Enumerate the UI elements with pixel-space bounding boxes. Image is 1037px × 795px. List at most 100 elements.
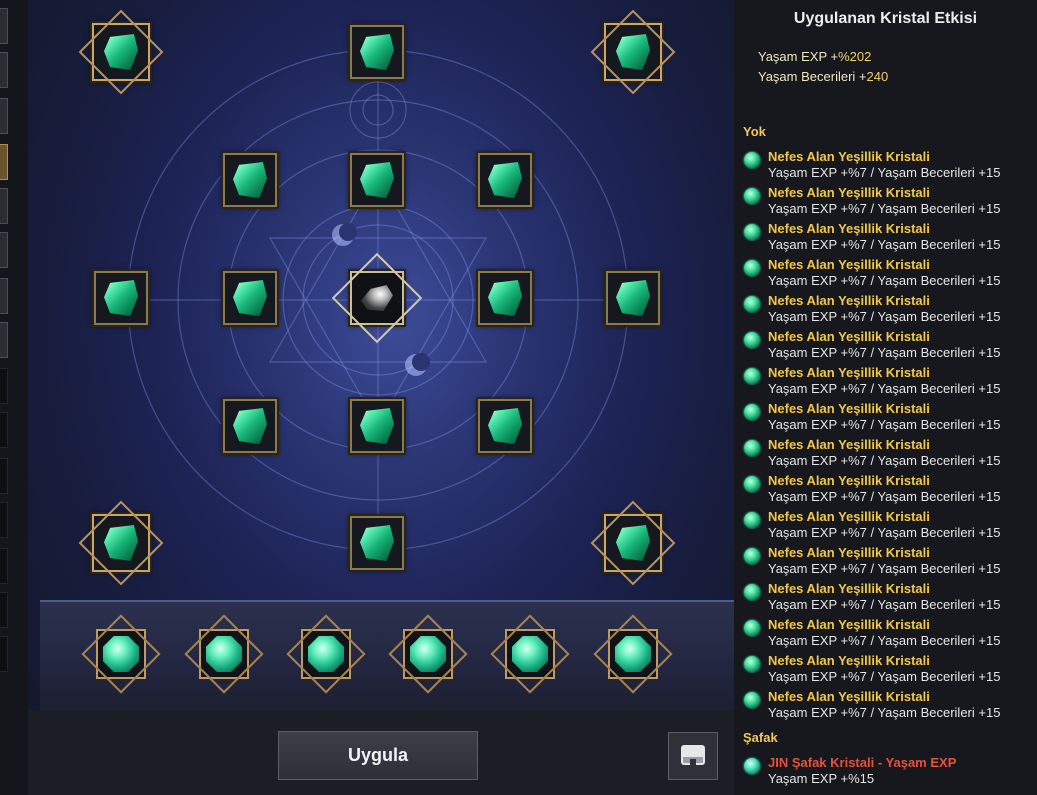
strip-slot[interactable]	[0, 278, 8, 314]
dawn-crystal-icon	[744, 758, 760, 774]
green-crystal-icon	[744, 224, 760, 240]
dawn-crystal-icon	[615, 636, 651, 672]
crystal-slot[interactable]	[350, 25, 404, 79]
effect-entry: Nefes Alan Yeşillik Kristali Yaşam EXP +%…	[743, 401, 1037, 437]
green-crystal-icon	[233, 280, 267, 316]
strip-slot[interactable]	[0, 98, 8, 134]
strip-slot[interactable]	[0, 412, 8, 448]
effect-entry: Nefes Alan Yeşillik Kristali Yaşam EXP +%…	[743, 365, 1037, 401]
effect-panel: Uygulanan Kristal Etkisi Yaşam EXP +%202…	[734, 0, 1037, 795]
green-crystal-icon	[744, 512, 760, 528]
crystal-slot[interactable]	[604, 514, 662, 572]
tray-crystal-slot[interactable]	[403, 629, 453, 679]
effect-entry: Nefes Alan Yeşillik Kristali Yaşam EXP +%…	[743, 473, 1037, 509]
panel-title: Uygulanan Kristal Etkisi	[793, 10, 978, 27]
green-crystal-icon	[616, 34, 650, 70]
dawn-crystal-icon	[206, 636, 242, 672]
effect-entry: Nefes Alan Yeşillik Kristali Yaşam EXP +%…	[743, 617, 1037, 653]
effect-entry: Nefes Alan Yeşillik Kristali Yaşam EXP +%…	[743, 221, 1037, 257]
green-crystal-icon	[360, 525, 394, 561]
effect-entry: Nefes Alan Yeşillik Kristali Yaşam EXP +%…	[743, 545, 1037, 581]
center-crystal-slot[interactable]	[350, 271, 404, 325]
effect-entry: Nefes Alan Yeşillik Kristali Yaşam EXP +%…	[743, 653, 1037, 689]
green-crystal-icon	[744, 656, 760, 672]
strip-slot[interactable]	[0, 502, 8, 538]
dawn-crystal-icon	[512, 636, 548, 672]
crystal-slot[interactable]	[92, 514, 150, 572]
tray-crystal-slot[interactable]	[96, 629, 146, 679]
black-stone-icon	[361, 285, 393, 311]
strip-slot[interactable]	[0, 592, 8, 628]
apply-button[interactable]: Uygula	[278, 731, 478, 780]
strip-slot[interactable]	[0, 548, 8, 584]
green-crystal-icon	[233, 162, 267, 198]
green-crystal-icon	[360, 408, 394, 444]
tray-crystal-slot[interactable]	[301, 629, 351, 679]
green-crystal-icon	[488, 162, 522, 198]
effect-entry: Nefes Alan Yeşillik Kristali Yaşam EXP +%…	[743, 581, 1037, 617]
green-crystal-icon	[104, 34, 138, 70]
dawn-crystal-icon	[410, 636, 446, 672]
tray-crystal-slot[interactable]	[199, 629, 249, 679]
strip-slot[interactable]	[0, 8, 8, 44]
crystal-slot[interactable]	[350, 516, 404, 570]
crystal-slot[interactable]	[350, 399, 404, 453]
green-crystal-icon	[104, 525, 138, 561]
green-crystal-icon	[233, 408, 267, 444]
green-crystal-icon	[744, 476, 760, 492]
crystal-slot[interactable]	[478, 271, 532, 325]
dawn-crystal-icon	[103, 636, 139, 672]
green-crystal-icon	[744, 188, 760, 204]
tray-crystal-slot[interactable]	[608, 629, 658, 679]
green-crystal-icon	[104, 280, 138, 316]
crystal-slot[interactable]	[92, 23, 150, 81]
green-crystal-icon	[488, 408, 522, 444]
strip-slot[interactable]	[0, 232, 8, 268]
strip-slot[interactable]	[0, 636, 8, 672]
green-crystal-icon	[744, 692, 760, 708]
effect-entry: Nefes Alan Yeşillik Kristali Yaşam EXP +%…	[743, 329, 1037, 365]
dawn-crystal-icon	[308, 636, 344, 672]
strip-slot[interactable]	[0, 368, 8, 404]
crystal-slot[interactable]	[350, 153, 404, 207]
crystal-slot[interactable]	[478, 399, 532, 453]
green-crystal-icon	[744, 332, 760, 348]
green-crystal-icon	[488, 280, 522, 316]
crystal-slot[interactable]	[223, 271, 277, 325]
green-crystal-icon	[360, 34, 394, 70]
green-crystal-icon	[744, 404, 760, 420]
crystal-slot[interactable]	[606, 271, 660, 325]
tray-icon	[681, 745, 705, 767]
green-crystal-icon	[616, 280, 650, 316]
green-crystal-icon	[744, 296, 760, 312]
strip-slot[interactable]	[0, 52, 8, 88]
green-crystal-icon	[616, 525, 650, 561]
crystal-slot[interactable]	[223, 399, 277, 453]
strip-slot-active[interactable]	[0, 144, 8, 180]
strip-slot[interactable]	[0, 322, 8, 358]
tray-toggle-button[interactable]	[668, 732, 718, 780]
stat-life-skills: Yaşam Becerileri +240	[758, 69, 889, 84]
crystal-slot[interactable]	[478, 153, 532, 207]
effect-entry: Nefes Alan Yeşillik Kristali Yaşam EXP +%…	[743, 149, 1037, 185]
group-title-none: Yok	[743, 124, 766, 139]
green-crystal-icon	[744, 260, 760, 276]
strip-slot[interactable]	[0, 188, 8, 224]
effect-entry: Nefes Alan Yeşillik Kristali Yaşam EXP +%…	[743, 257, 1037, 293]
green-crystal-icon	[744, 584, 760, 600]
crystal-board: Uygula	[28, 0, 734, 795]
green-crystal-icon	[744, 152, 760, 168]
strip-slot[interactable]	[0, 458, 8, 494]
crystal-slot[interactable]	[223, 153, 277, 207]
group-title-dawn: Şafak	[743, 730, 778, 745]
tray-crystal-slot[interactable]	[505, 629, 555, 679]
effect-entry: JIN Şafak Kristali - Yaşam EXP Yaşam EXP …	[743, 755, 1037, 791]
crystal-slot[interactable]	[604, 23, 662, 81]
green-crystal-icon	[744, 620, 760, 636]
green-crystal-icon	[744, 440, 760, 456]
crystal-slot[interactable]	[94, 271, 148, 325]
effect-entry: Nefes Alan Yeşillik Kristali Yaşam EXP +%…	[743, 293, 1037, 329]
left-strip	[0, 0, 8, 680]
effect-entry: Nefes Alan Yeşillik Kristali Yaşam EXP +%…	[743, 185, 1037, 221]
effect-entry: Nefes Alan Yeşillik Kristali Yaşam EXP +%…	[743, 689, 1037, 725]
